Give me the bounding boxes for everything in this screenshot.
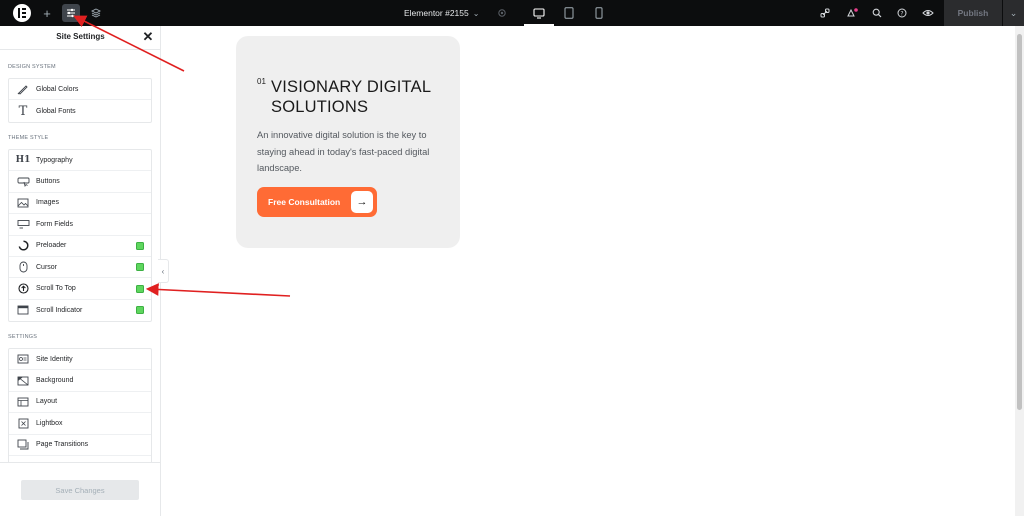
panel-item-images[interactable]: Images <box>9 193 151 215</box>
tablet-view-button[interactable] <box>554 0 584 26</box>
pro-badge-icon <box>136 284 144 293</box>
collapse-panel-button[interactable]: ‹ <box>158 259 169 283</box>
scroll-indicator-icon <box>16 304 30 316</box>
panel-item-label: Lightbox <box>36 419 63 427</box>
panel-item-label: Background <box>36 377 74 385</box>
panel-item-label: Global Colors <box>36 85 79 93</box>
background-icon <box>16 375 30 387</box>
cta-label: Free Consultation <box>268 197 341 207</box>
site-settings-icon[interactable] <box>62 4 80 22</box>
mouse-icon <box>16 261 30 273</box>
document-title: Elementor #2155 <box>404 8 469 18</box>
panel-item-background[interactable]: Background <box>9 370 151 392</box>
lightbox-icon <box>16 417 30 429</box>
panel-header: Site Settings ✕ <box>0 26 161 50</box>
form-icon <box>16 218 30 230</box>
settings-group: Site Identity Background Layout Lightbox… <box>8 348 152 464</box>
chevron-down-icon: ⌄ <box>472 8 480 18</box>
card-description: An innovative digital solution is the ke… <box>257 130 430 173</box>
free-consultation-button[interactable]: Free Consultation → <box>257 187 377 217</box>
arrow-right-icon: → <box>351 191 373 213</box>
panel-item-label: Preloader <box>36 242 67 250</box>
scrollbar-thumb[interactable] <box>1017 34 1022 410</box>
panel-item-label: Layout <box>36 398 58 406</box>
mobile-icon <box>595 7 603 19</box>
pro-badge-icon <box>136 306 144 315</box>
heading-icon: H1 <box>15 155 31 166</box>
brush-icon <box>16 83 30 95</box>
section-label-settings: SETTINGS <box>8 334 38 340</box>
panel-item-global-fonts[interactable]: T Global Fonts <box>9 100 151 121</box>
section-label-theme-style: THEME STYLE <box>8 135 49 141</box>
panel-item-label: Form Fields <box>36 220 73 228</box>
panel-item-label: Scroll Indicator <box>36 306 83 314</box>
panel-item-label: Scroll To Top <box>36 285 76 293</box>
image-icon <box>16 197 30 209</box>
panel-item-label: Images <box>36 199 59 207</box>
arrow-up-circle-icon <box>16 283 30 295</box>
panel-item-label: Global Fonts <box>36 107 76 115</box>
panel-item-typography[interactable]: H1 Typography <box>9 150 151 172</box>
svg-text:?: ? <box>900 10 903 17</box>
design-system-group: Global Colors T Global Fonts <box>8 78 152 123</box>
structure-icon[interactable] <box>89 0 103 26</box>
save-changes-button[interactable]: Save Changes <box>21 480 139 500</box>
pro-badge-icon <box>136 263 144 272</box>
panel-item-label: Site Identity <box>36 355 73 363</box>
panel-item-site-identity[interactable]: Site Identity <box>9 349 151 371</box>
panel-item-label: Cursor <box>36 263 58 271</box>
spinner-icon <box>16 240 30 252</box>
mobile-view-button[interactable] <box>584 0 614 26</box>
layout-icon <box>16 396 30 408</box>
panel-item-buttons[interactable]: Buttons <box>9 171 151 193</box>
desktop-icon <box>533 7 545 19</box>
canvas-scrollbar[interactable] <box>1015 26 1024 516</box>
panel-item-cursor[interactable]: Cursor <box>9 257 151 279</box>
button-icon <box>16 176 30 188</box>
publish-button[interactable]: Publish <box>944 0 1002 26</box>
panel-item-scroll-indicator[interactable]: Scroll Indicator <box>9 300 151 321</box>
panel-item-page-transitions[interactable]: Page Transitions <box>9 435 151 456</box>
panel-item-global-colors[interactable]: Global Colors <box>9 79 151 101</box>
close-icon[interactable]: ✕ <box>141 29 155 45</box>
panel-item-preloader[interactable]: Preloader <box>9 236 151 257</box>
site-settings-panel: Site Settings ✕ DESIGN SYSTEM Global Col… <box>0 26 161 516</box>
panel-item-form-fields[interactable]: Form Fields <box>9 214 151 236</box>
desktop-view-button[interactable] <box>524 0 554 26</box>
notifications-icon[interactable] <box>844 0 860 26</box>
theme-style-group: H1 Typography Buttons Images Form Fields… <box>8 149 152 323</box>
preview-icon[interactable] <box>920 0 936 26</box>
tablet-icon <box>564 7 574 19</box>
search-icon[interactable] <box>870 0 884 26</box>
panel-item-lightbox[interactable]: Lightbox <box>9 413 151 435</box>
elementor-logo[interactable] <box>13 4 31 22</box>
panel-footer: Save Changes <box>0 462 160 516</box>
site-identity-icon <box>16 353 30 365</box>
panel-item-label: Buttons <box>36 178 60 186</box>
section-label-design-system: DESIGN SYSTEM <box>8 64 56 70</box>
panel-item-label: Typography <box>36 156 73 164</box>
help-icon[interactable]: ? <box>895 0 909 26</box>
font-icon: T <box>18 103 28 119</box>
panel-item-layout[interactable]: Layout <box>9 392 151 414</box>
integrations-icon[interactable] <box>818 0 832 26</box>
panel-item-label: Page Transitions <box>36 441 89 449</box>
editor-top-bar: + Elementor #2155 ⌄ ? Publish ⌄ <box>0 0 1024 26</box>
chevron-down-icon: ⌄ <box>1009 7 1018 18</box>
panel-title: Site Settings <box>56 32 105 41</box>
panel-item-scroll-to-top[interactable]: Scroll To Top <box>9 278 151 300</box>
page-settings-icon[interactable] <box>495 0 509 26</box>
chevron-left-icon: ‹ <box>161 266 165 276</box>
card-number: 01 <box>257 77 266 86</box>
page-transitions-icon <box>16 439 30 451</box>
card-heading: VISIONARY DIGITAL SOLUTIONS <box>271 78 431 116</box>
add-element-icon[interactable]: + <box>40 0 54 26</box>
publish-options-button[interactable]: ⌄ <box>1002 0 1024 26</box>
pro-badge-icon <box>136 241 144 250</box>
